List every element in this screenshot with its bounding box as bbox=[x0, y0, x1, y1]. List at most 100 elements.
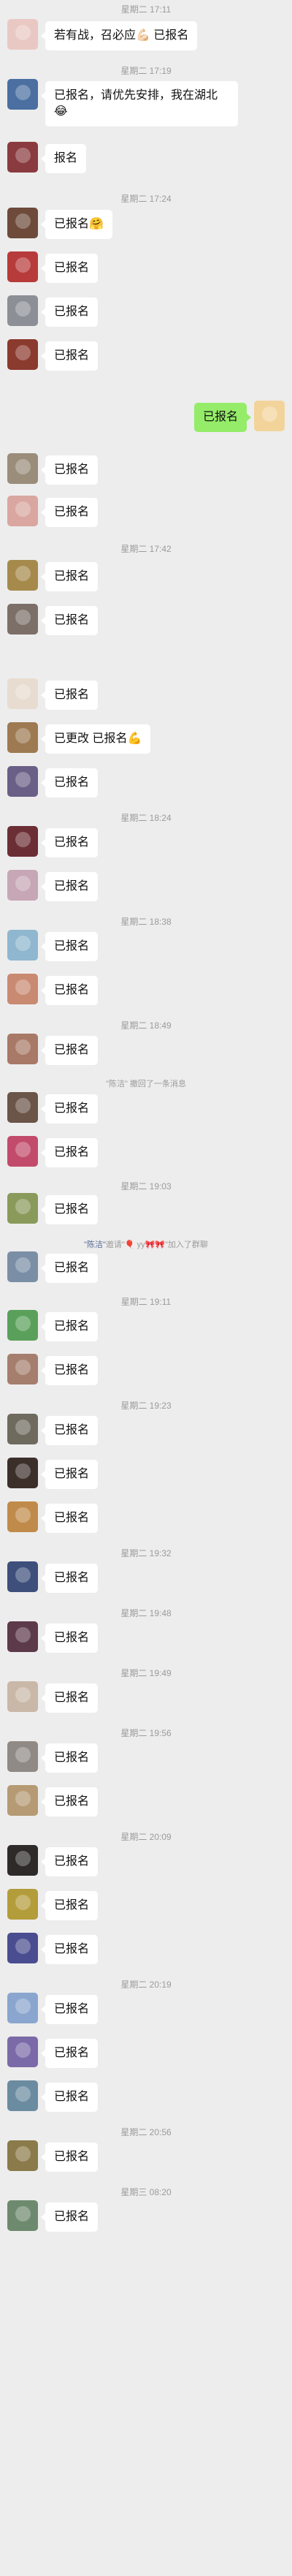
message-bubble[interactable]: 已报名 bbox=[40, 1847, 99, 1876]
avatar[interactable] bbox=[7, 2140, 38, 2171]
avatar[interactable] bbox=[7, 19, 38, 50]
message-bubble[interactable]: 已报名 bbox=[40, 872, 99, 901]
avatar[interactable] bbox=[7, 1458, 38, 1488]
avatar[interactable] bbox=[7, 766, 38, 797]
message-bubble[interactable]: 已报名 bbox=[40, 455, 99, 485]
message-bubble[interactable]: 已报名 bbox=[40, 2143, 99, 2172]
message-bubble[interactable]: 已报名 bbox=[40, 254, 99, 283]
message-bubble[interactable]: 已报名 bbox=[40, 1935, 99, 1964]
system-notice-text: 邀请"🎈 yy🎀🎀"加入了群聊 bbox=[105, 1240, 208, 1249]
avatar[interactable] bbox=[7, 251, 38, 282]
message-bubble[interactable]: 已报名 bbox=[40, 1504, 99, 1533]
avatar[interactable] bbox=[7, 2037, 38, 2067]
message-bubble[interactable]: 已报名 bbox=[40, 2202, 99, 2232]
avatar[interactable] bbox=[7, 2200, 38, 2231]
message-bubble[interactable]: 已报名 bbox=[40, 828, 99, 857]
message-bubble[interactable]: 已报名 bbox=[40, 1683, 99, 1713]
system-notice-text: "陈洁" 撤回了一条消息 bbox=[106, 1080, 186, 1088]
avatar[interactable] bbox=[7, 453, 38, 484]
message-bubble[interactable]: 已报名 bbox=[40, 498, 99, 527]
message-row: 已更改 已报名💪 bbox=[0, 722, 292, 766]
message-bubble[interactable]: 已报名 bbox=[40, 1254, 99, 1283]
message-bubble[interactable]: 已报名 bbox=[40, 606, 99, 635]
avatar[interactable] bbox=[7, 1501, 38, 1532]
message-bubble[interactable]: 已报名 bbox=[40, 341, 99, 371]
avatar[interactable] bbox=[7, 295, 38, 326]
message-bubble[interactable]: 已报名 bbox=[40, 1036, 99, 1065]
message-bubble[interactable]: 已报名 bbox=[40, 298, 99, 327]
message-bubble[interactable]: 已报名 bbox=[40, 1195, 99, 1224]
message-row: 已报名 bbox=[0, 2037, 292, 2080]
avatar[interactable] bbox=[7, 722, 38, 753]
avatar[interactable] bbox=[7, 1136, 38, 1167]
message-bubble[interactable]: 已报名 bbox=[40, 562, 99, 591]
avatar[interactable] bbox=[7, 1034, 38, 1064]
message-row: 已报名 bbox=[0, 974, 292, 1018]
avatar[interactable] bbox=[7, 1889, 38, 1920]
message-row: 已报名🤗 bbox=[0, 208, 292, 251]
message-bubble[interactable]: 若有战，召必应💪🏻 已报名 bbox=[40, 21, 198, 50]
message-bubble[interactable]: 已报名，请优先安排，我在湖北😂 bbox=[41, 81, 238, 126]
message-row: 已报名 bbox=[0, 1136, 292, 1180]
message-bubble[interactable]: 已报名 bbox=[40, 1138, 99, 1167]
message-bubble[interactable]: 已报名 bbox=[40, 768, 99, 798]
avatar[interactable] bbox=[7, 1354, 38, 1384]
message-bubble[interactable]: 已报名 bbox=[40, 1460, 99, 1489]
avatar[interactable] bbox=[7, 142, 38, 173]
message-row: 报名 bbox=[0, 142, 292, 190]
avatar[interactable] bbox=[7, 1092, 38, 1123]
avatar[interactable] bbox=[254, 401, 285, 431]
message-bubble[interactable]: 已报名 bbox=[40, 1995, 99, 2024]
message-bubble[interactable]: 已报名 bbox=[40, 2039, 99, 2068]
timestamp: 星期二 17:24 bbox=[120, 194, 172, 204]
avatar[interactable] bbox=[7, 1993, 38, 2023]
avatar[interactable] bbox=[7, 1845, 38, 1876]
avatar[interactable] bbox=[7, 1561, 38, 1592]
avatar[interactable] bbox=[7, 826, 38, 857]
message-bubble[interactable]: 已报名 bbox=[40, 2083, 99, 2112]
message-bubble[interactable]: 已报名 bbox=[40, 681, 99, 710]
message-bubble[interactable]: 已报名 bbox=[40, 1891, 99, 1920]
avatar[interactable] bbox=[7, 974, 38, 1004]
avatar[interactable] bbox=[7, 2080, 38, 2111]
message-bubble[interactable]: 已报名 bbox=[40, 1416, 99, 1445]
avatar[interactable] bbox=[7, 604, 38, 634]
member-name-link[interactable]: "陈洁" bbox=[84, 1240, 106, 1249]
avatar[interactable] bbox=[7, 1785, 38, 1816]
avatar[interactable] bbox=[7, 1193, 38, 1224]
avatar[interactable] bbox=[7, 496, 38, 526]
message-bubble[interactable]: 已报名 bbox=[40, 1094, 99, 1124]
message-bubble[interactable]: 已报名 bbox=[40, 1624, 99, 1653]
message-bubble[interactable]: 已报名 bbox=[40, 1787, 99, 1817]
avatar[interactable] bbox=[7, 870, 38, 901]
avatar[interactable] bbox=[7, 1933, 38, 1963]
avatar[interactable] bbox=[7, 678, 38, 709]
avatar[interactable] bbox=[7, 79, 38, 110]
message-bubble[interactable]: 已报名 bbox=[40, 932, 99, 961]
avatar[interactable] bbox=[7, 1621, 38, 1652]
message-bubble[interactable]: 已报名 bbox=[40, 1356, 99, 1385]
chat-message-list[interactable]: 星期二 17:11 若有战，召必应💪🏻 已报名 星期二 17:19 已报名，请优先安排… bbox=[0, 0, 292, 2244]
message-bubble[interactable]: 已报名 bbox=[40, 1564, 99, 1593]
message-bubble[interactable]: 已报名 bbox=[40, 976, 99, 1005]
avatar[interactable] bbox=[7, 1681, 38, 1712]
avatar[interactable] bbox=[7, 208, 38, 238]
avatar[interactable] bbox=[7, 339, 38, 370]
avatar[interactable] bbox=[7, 1741, 38, 1772]
timestamp: 星期二 20:19 bbox=[120, 1980, 172, 1990]
avatar[interactable] bbox=[7, 1414, 38, 1444]
message-row: 已报名 bbox=[0, 870, 292, 914]
message-bubble[interactable]: 已报名 bbox=[40, 1312, 99, 1341]
avatar[interactable] bbox=[7, 560, 38, 591]
message-bubble[interactable]: 已报名 bbox=[193, 403, 252, 432]
message-bubble[interactable]: 已报名🤗 bbox=[41, 210, 112, 239]
message-row: 已报名 bbox=[0, 2080, 292, 2124]
avatar[interactable] bbox=[7, 1251, 38, 1282]
message-bubble[interactable]: 已更改 已报名💪 bbox=[40, 724, 151, 754]
message-bubble[interactable]: 报名 bbox=[40, 144, 87, 173]
message-bubble[interactable]: 已报名 bbox=[40, 1743, 99, 1773]
message-row: 已报名 bbox=[0, 1561, 292, 1605]
avatar[interactable] bbox=[7, 930, 38, 961]
avatar[interactable] bbox=[7, 1310, 38, 1341]
timestamp: 星期二 19:11 bbox=[120, 1297, 172, 1307]
